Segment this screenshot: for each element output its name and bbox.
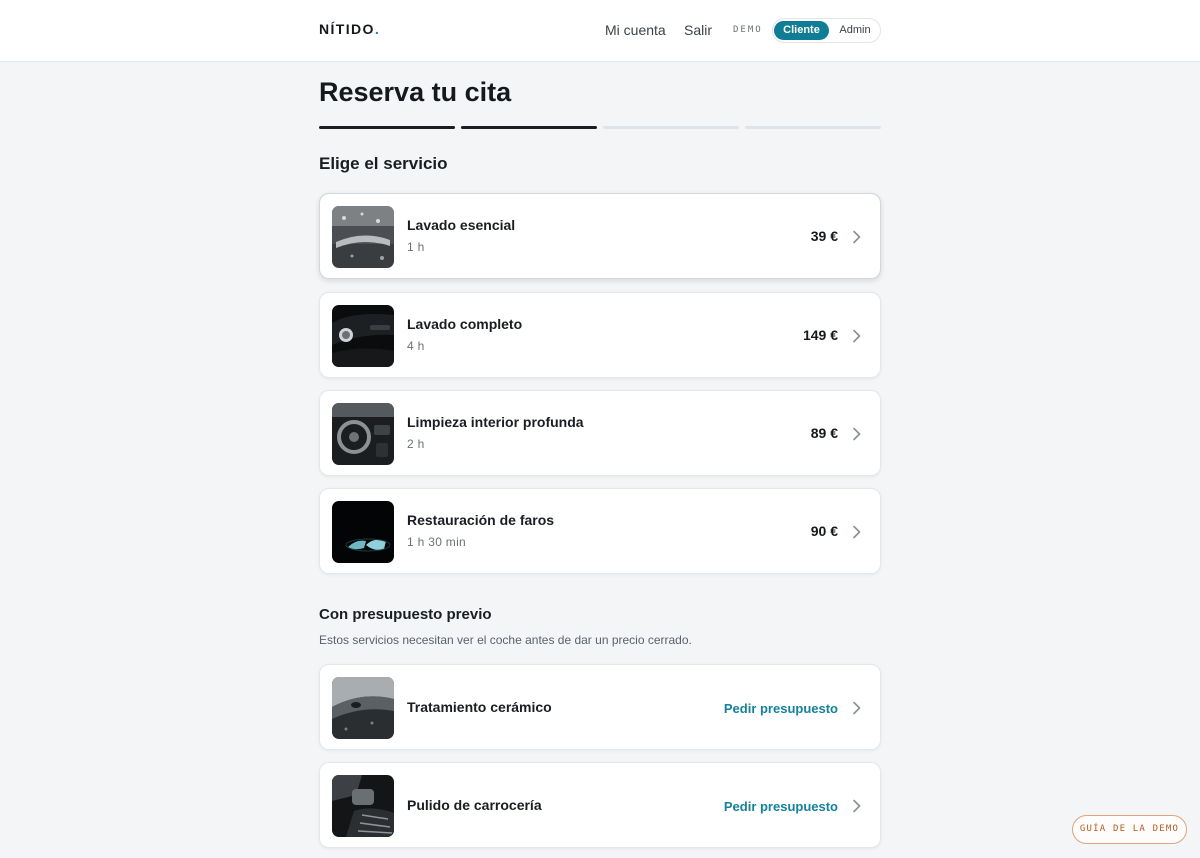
progress-step-2: [461, 126, 597, 129]
service-thumbnail: [332, 501, 394, 563]
service-card-restauracion-faros[interactable]: Restauración de faros 1 h 30 min 90 €: [319, 488, 881, 574]
logo[interactable]: NÍTIDO.: [319, 21, 380, 37]
page-title: Reserva tu cita: [319, 77, 512, 107]
chevron-right-icon: [853, 525, 861, 539]
quote-card-tratamiento-ceramico[interactable]: Tratamiento cerámico Pedir presupuesto: [319, 664, 881, 750]
top-bar: NÍTIDO. Mi cuenta Salir DEMO Cliente Adm…: [0, 0, 1200, 62]
chevron-right-icon: [853, 799, 861, 813]
service-price: 89 €: [810, 425, 838, 441]
chevron-right-icon: [853, 230, 861, 244]
logo-text: NÍTIDO: [319, 21, 375, 37]
logout-link[interactable]: Salir: [684, 22, 712, 38]
service-duration: 1 h: [407, 240, 425, 254]
service-price: 90 €: [810, 523, 838, 539]
service-card-limpieza-interior[interactable]: Limpieza interior profunda 2 h 89 €: [319, 390, 881, 476]
request-quote-link[interactable]: Pedir presupuesto: [724, 799, 838, 814]
my-account-link[interactable]: Mi cuenta: [605, 22, 666, 38]
service-name: Limpieza interior profunda: [407, 414, 584, 430]
service-name: Pulido de carrocería: [407, 797, 542, 813]
service-name: Lavado completo: [407, 316, 523, 332]
service-thumbnail: [332, 206, 394, 268]
section-title-quote: Con presupuesto previo: [319, 606, 492, 623]
service-name: Lavado esencial: [407, 217, 516, 233]
service-duration: 1 h 30 min: [407, 535, 467, 549]
service-name: Restauración de faros: [407, 512, 555, 528]
mode-admin-button[interactable]: Admin: [831, 21, 879, 40]
service-thumbnail: [332, 305, 394, 367]
progress-steps: [319, 126, 881, 130]
service-card-lavado-completo[interactable]: Lavado completo 4 h 149 €: [319, 292, 881, 378]
service-name: Tratamiento cerámico: [407, 699, 552, 715]
mode-client-button[interactable]: Cliente: [774, 21, 829, 40]
demo-guide-button[interactable]: GUÍA DE LA DEMO: [1072, 815, 1187, 844]
progress-step-3: [603, 126, 739, 129]
service-thumbnail: [332, 677, 394, 739]
service-price: 149 €: [802, 327, 838, 343]
chevron-right-icon: [853, 427, 861, 441]
chevron-right-icon: [853, 329, 861, 343]
service-duration: 2 h: [407, 437, 425, 451]
logo-dot: .: [374, 21, 381, 37]
progress-step-1: [319, 126, 455, 129]
service-thumbnail: [332, 775, 394, 837]
quote-card-pulido-carroceria[interactable]: Pulido de carrocería Pedir presupuesto: [319, 762, 881, 848]
service-duration: 4 h: [407, 339, 425, 353]
section-title-services: Elige el servicio: [319, 154, 448, 173]
demo-label: DEMO: [733, 25, 763, 35]
service-card-lavado-esencial[interactable]: Lavado esencial 1 h 39 €: [319, 193, 881, 279]
service-thumbnail: [332, 403, 394, 465]
section-description-quote: Estos servicios necesitan ver el coche a…: [319, 633, 692, 647]
request-quote-link[interactable]: Pedir presupuesto: [724, 701, 838, 716]
mode-toggle: Cliente Admin: [772, 18, 881, 43]
progress-step-4: [745, 126, 881, 129]
chevron-right-icon: [853, 701, 861, 715]
service-price: 39 €: [810, 228, 838, 244]
